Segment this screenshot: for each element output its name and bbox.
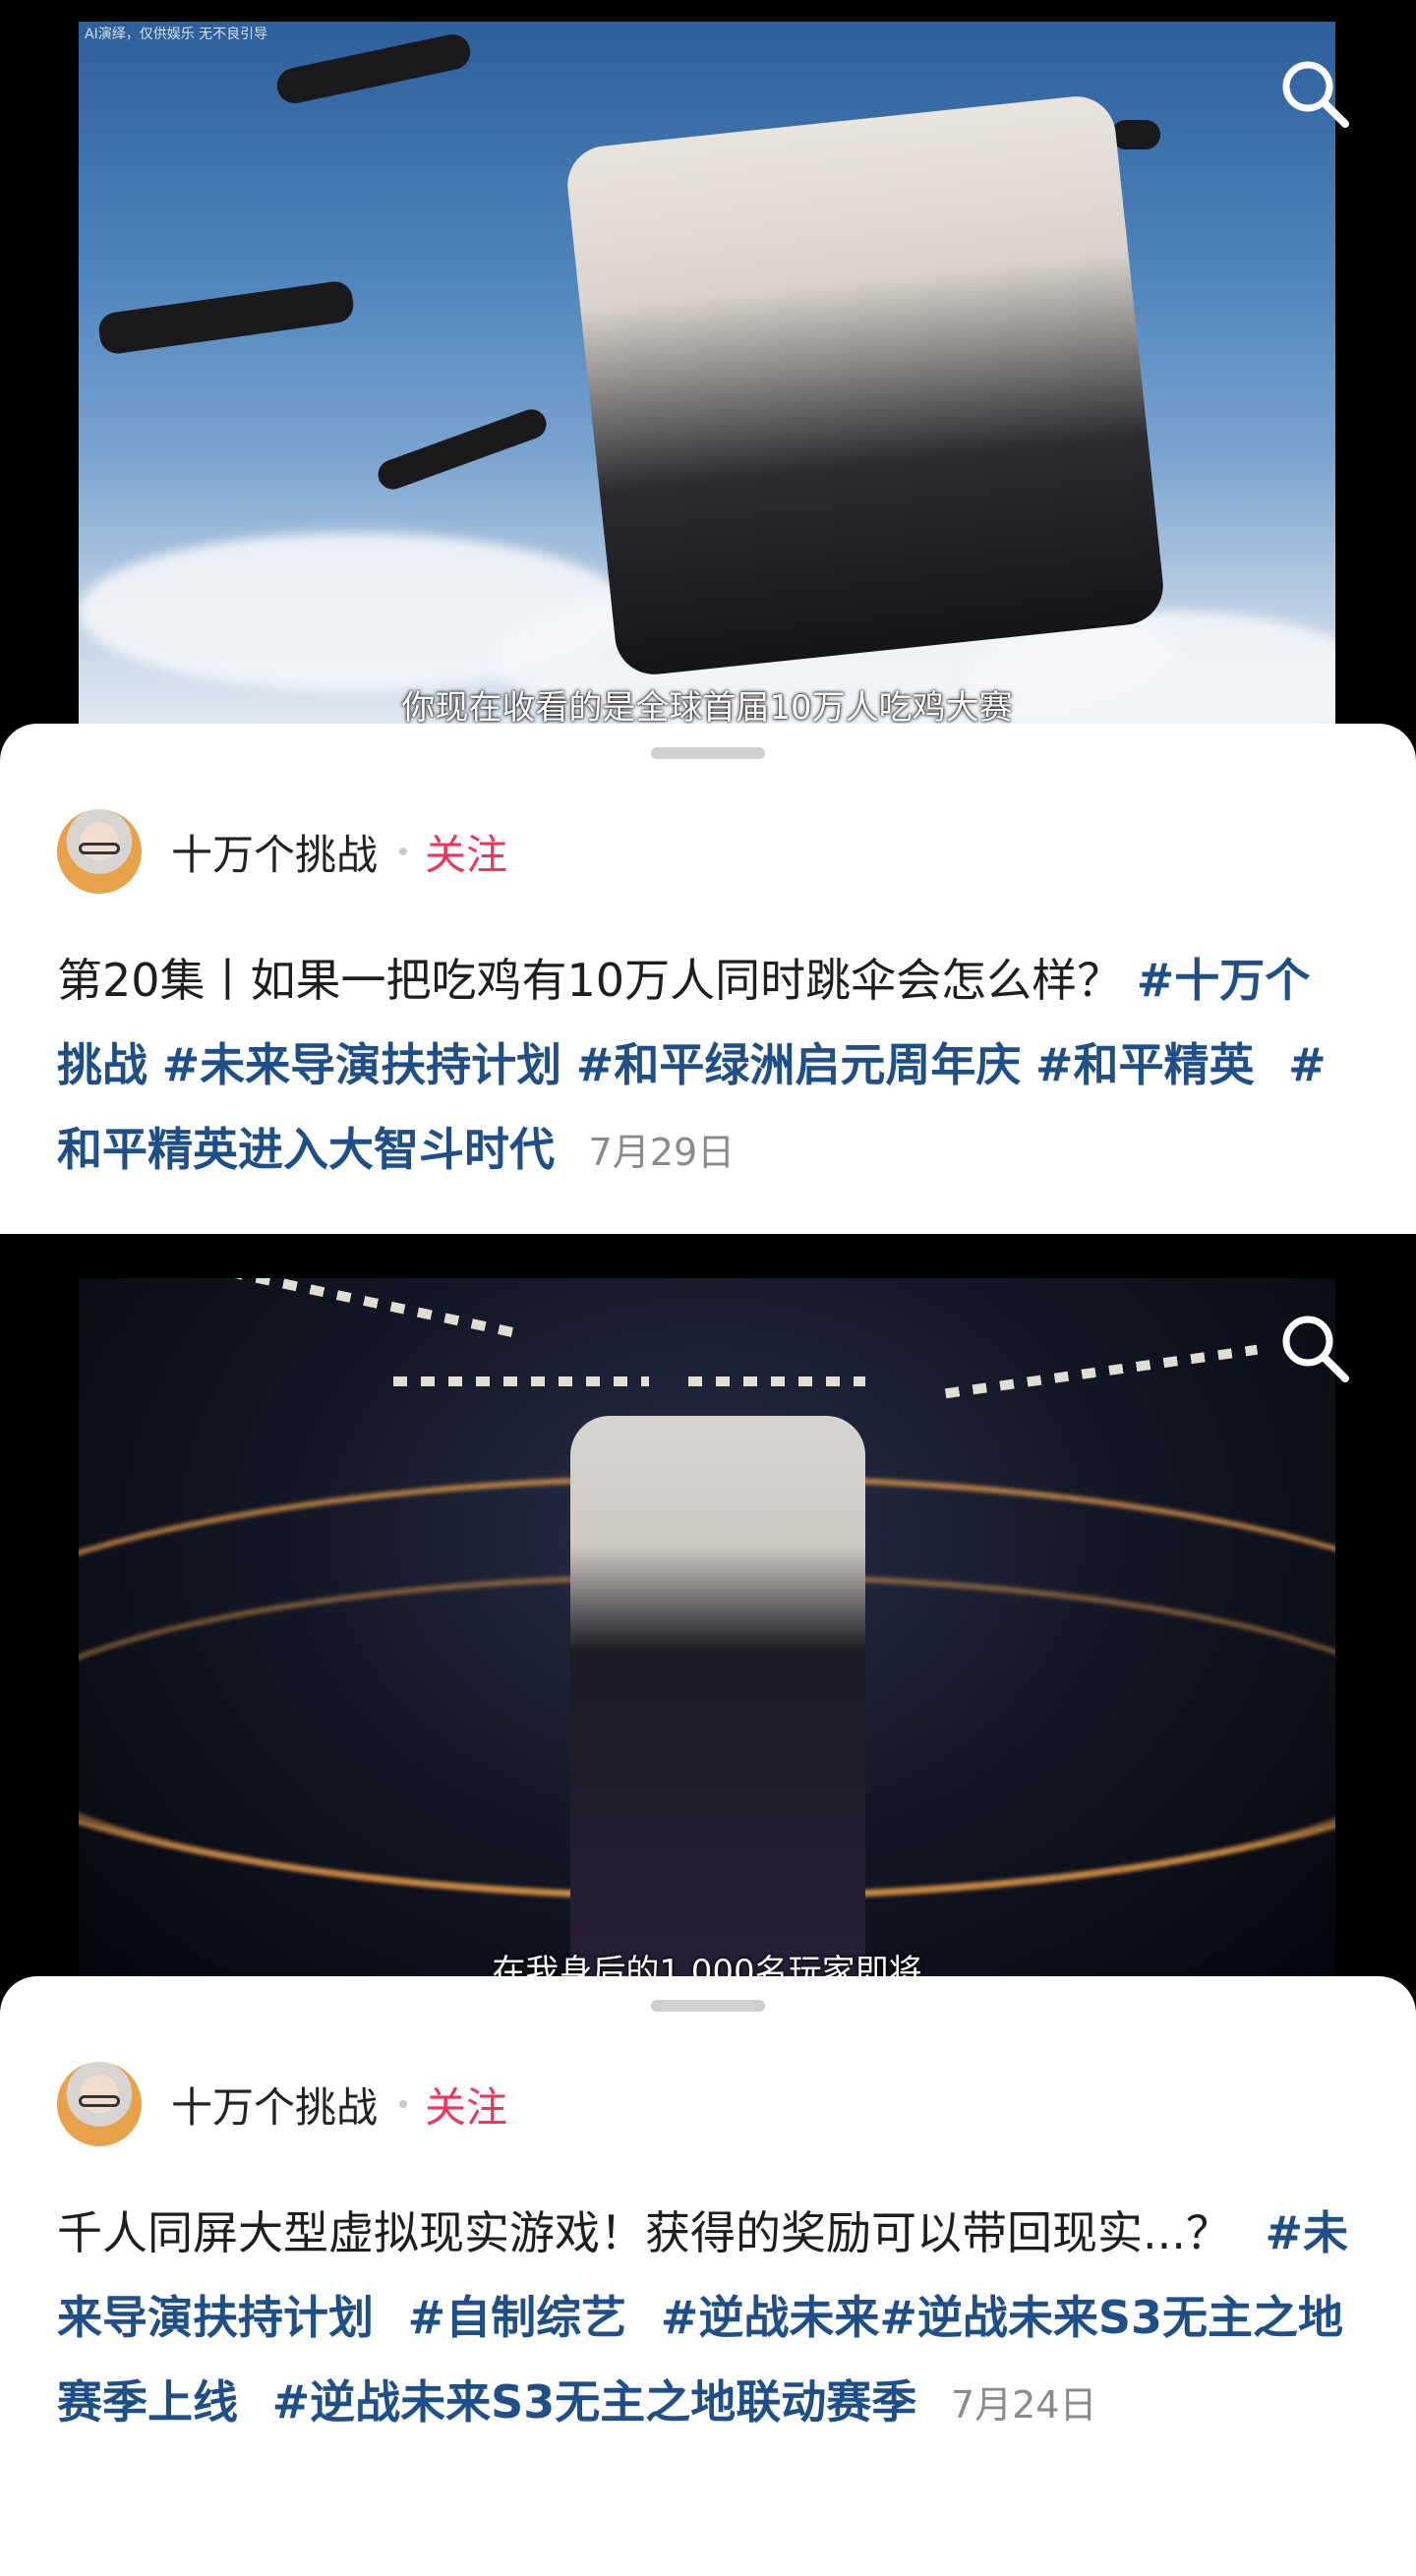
follow-button[interactable]: 关注 xyxy=(425,822,507,882)
author-name[interactable]: 十万个挑战 xyxy=(171,822,378,882)
author-row: 十万个挑战 关注 xyxy=(57,806,507,897)
video-subtitle: 你现在收看的是全球首届10万人吃鸡大赛 xyxy=(401,688,1013,728)
main-character xyxy=(563,92,1167,678)
feed-post: AI演绎，仅供娱乐 无不良引导 你现在收看的是全球首届10万人吃鸡大赛 十万个挑… xyxy=(0,0,1416,1234)
post-description: 第20集丨如果一把吃鸡有10万人同时跳伞会怎么样？ #十万个挑战 #未来导演扶持… xyxy=(57,938,1355,1195)
post-description: 千人同屏大型虚拟现实游戏！获得的奖励可以带回现实...？ #未来导演扶持计划 #… xyxy=(57,2191,1355,2447)
avatar[interactable] xyxy=(57,809,142,894)
hashtag-link[interactable]: #和平精英 xyxy=(1035,1038,1255,1091)
post-info-card: 十万个挑战 关注 第20集丨如果一把吃鸡有10万人同时跳伞会怎么样？ #十万个挑… xyxy=(0,724,1416,1234)
description-text: 千人同屏大型虚拟现实游戏！获得的奖励可以带回现实...？ xyxy=(57,2206,1231,2259)
drag-handle[interactable] xyxy=(651,2000,765,2012)
stadium-lights xyxy=(688,1376,865,1386)
video-frame[interactable]: AI演绎，仅供娱乐 无不良引导 你现在收看的是全球首届10万人吃鸡大赛 xyxy=(79,22,1335,747)
post-info-card: 十万个挑战 关注 千人同屏大型虚拟现实游戏！获得的奖励可以带回现实...？ #未… xyxy=(0,1976,1416,2576)
hashtag-link[interactable]: #逆战未来 xyxy=(661,2291,880,2344)
author-row: 十万个挑战 关注 xyxy=(57,2059,507,2149)
post-date: 7月29日 xyxy=(588,1131,736,1174)
main-character xyxy=(570,1416,865,2006)
search-icon[interactable] xyxy=(1276,55,1355,134)
separator-dot xyxy=(399,848,408,855)
feed-post: 在我身后的1,000名玩家即将 十万个挑战 关注 千人同屏大型虚拟现实游戏！获得… xyxy=(0,1251,1416,2576)
hashtag-link[interactable]: #自制综艺 xyxy=(408,2291,627,2344)
video-player[interactable]: 在我身后的1,000名玩家即将 xyxy=(0,1251,1416,2008)
hashtag-link[interactable]: #逆战未来S3无主之地联动赛季 xyxy=(272,2375,917,2429)
drag-handle[interactable] xyxy=(651,747,765,759)
video-frame[interactable]: 在我身后的1,000名玩家即将 xyxy=(79,1278,1335,2008)
separator-dot xyxy=(399,2100,408,2108)
hashtag-link[interactable]: #未来导演扶持计划 xyxy=(162,1038,562,1091)
hashtag-link[interactable]: #和平绿洲启元周年庆 xyxy=(576,1038,1022,1091)
search-icon[interactable] xyxy=(1276,1310,1355,1388)
post-date: 7月24日 xyxy=(950,2383,1097,2427)
stadium-lights xyxy=(393,1376,649,1386)
ai-watermark: AI演绎，仅供娱乐 无不良引导 xyxy=(85,27,268,42)
description-text: 第20集丨如果一把吃鸡有10万人同时跳伞会怎么样？ xyxy=(57,954,1123,1007)
author-name[interactable]: 十万个挑战 xyxy=(171,2075,378,2135)
video-player[interactable]: AI演绎，仅供娱乐 无不良引导 你现在收看的是全球首届10万人吃鸡大赛 xyxy=(0,0,1416,747)
skydiver xyxy=(1111,120,1160,149)
follow-button[interactable]: 关注 xyxy=(425,2075,507,2135)
avatar[interactable] xyxy=(57,2062,142,2146)
